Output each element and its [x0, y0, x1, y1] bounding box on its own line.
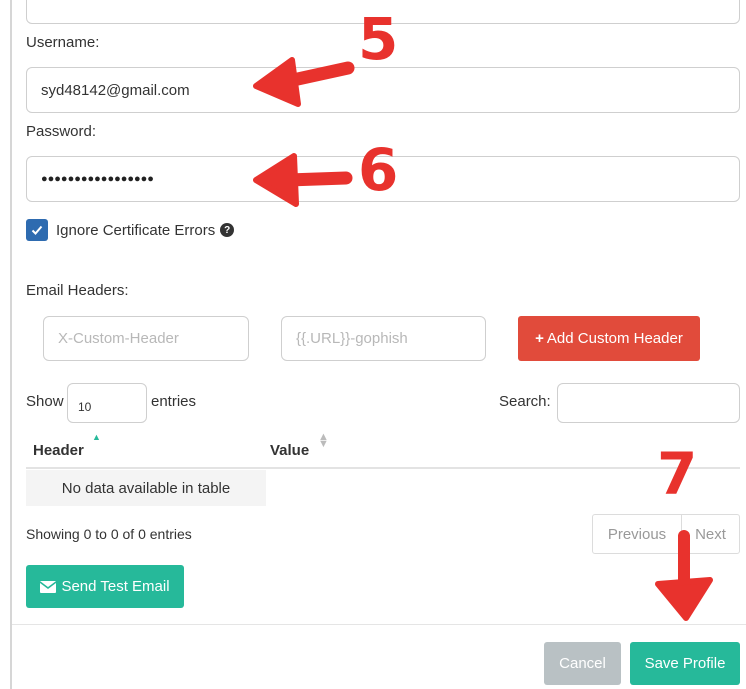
entries-select-value: 10 [78, 400, 92, 414]
save-profile-button[interactable]: Save Profile [630, 642, 740, 685]
custom-header-input[interactable] [43, 316, 249, 361]
ignore-cert-label: Ignore Certificate Errors [56, 221, 216, 239]
step-6-arrow-icon [253, 153, 353, 207]
password-label: Password: [26, 123, 97, 140]
cancel-label: Cancel [559, 655, 606, 672]
email-headers-label: Email Headers: [26, 282, 129, 299]
step-7-arrow-icon [655, 530, 713, 621]
entries-select[interactable]: 10 [67, 383, 147, 423]
help-icon[interactable]: ? [220, 223, 235, 237]
send-test-email-label: Send Test Email [61, 578, 170, 595]
modal-footer-divider [12, 624, 746, 625]
sort-both-icon: ▲ ▼ [318, 431, 329, 450]
add-custom-header-label: Add Custom Header [546, 330, 683, 347]
cancel-button[interactable]: Cancel [544, 642, 621, 685]
plus-icon: + [535, 330, 544, 347]
save-profile-label: Save Profile [644, 655, 726, 672]
show-label: Show [26, 393, 64, 410]
empty-table-message: No data available in table [61, 479, 231, 497]
ignore-cert-checkbox[interactable] [26, 219, 48, 241]
username-field[interactable] [26, 67, 740, 113]
username-label: Username: [26, 34, 100, 51]
value-column-label: Value [270, 442, 310, 459]
modal-left-edge [10, 0, 12, 689]
header-column-header[interactable]: Header [33, 442, 84, 459]
add-custom-header-button[interactable]: + Add Custom Header [518, 316, 700, 361]
search-label: Search: [499, 393, 551, 410]
value-column-header[interactable]: Value [270, 442, 309, 459]
search-input[interactable] [557, 383, 740, 423]
table-header-divider [26, 467, 740, 469]
send-test-email-button[interactable]: Send Test Email [26, 565, 184, 608]
sort-asc-icon: ▲ [92, 432, 101, 442]
envelope-icon [40, 580, 57, 593]
step-7-number: 7 [657, 440, 698, 508]
entries-label: entries [151, 393, 197, 410]
step-5-arrow-icon [253, 57, 355, 107]
custom-header-value-input[interactable] [281, 316, 486, 361]
table-info: Showing 0 to 0 of 0 entries [26, 526, 192, 542]
checkmark-icon [31, 225, 43, 235]
step-6-number: 6 [358, 136, 399, 204]
header-column-label: Header [33, 442, 84, 459]
empty-table-row: No data available in table [26, 470, 266, 506]
password-mask: ●●●●●●●●●●●●●●●●● [41, 173, 154, 185]
step-5-number: 5 [358, 5, 399, 73]
